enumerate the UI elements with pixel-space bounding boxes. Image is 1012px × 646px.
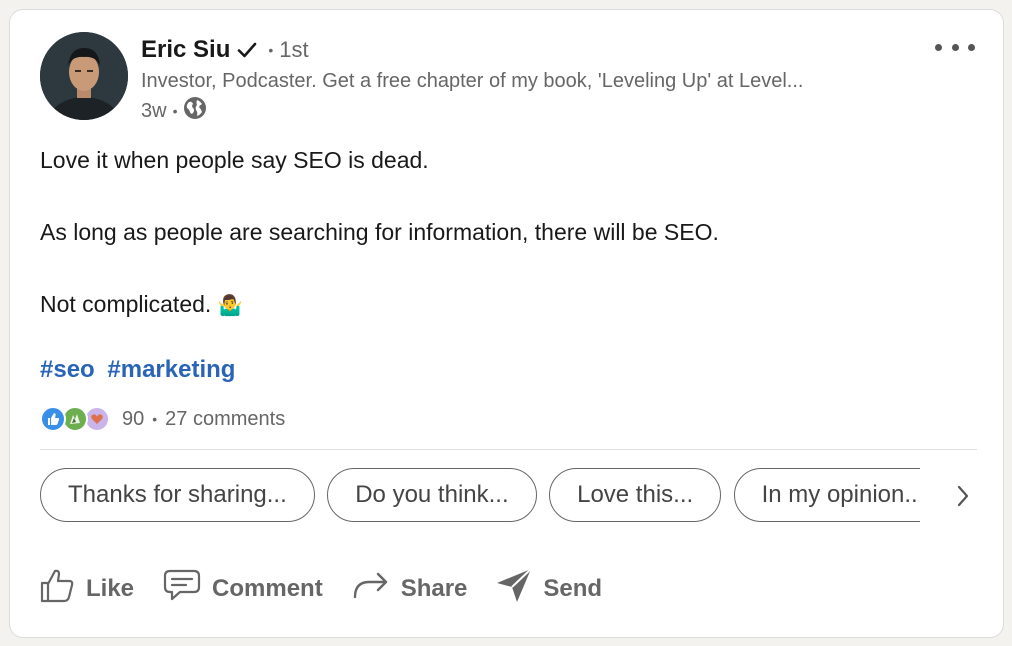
avatar-photo — [40, 32, 128, 120]
divider — [40, 449, 977, 450]
post-line: Not complicated. 🤷‍♂️ — [40, 286, 980, 324]
suggestion-pill[interactable]: Love this... — [549, 468, 722, 522]
checkmark-icon — [236, 39, 258, 61]
suggestion-pill[interactable]: Do you think... — [327, 468, 537, 522]
separator-dot: • — [268, 42, 274, 58]
comment-count[interactable]: 27 comments — [165, 408, 285, 431]
post-body: Love it when people say SEO is dead. As … — [40, 142, 980, 324]
separator-dot: • — [172, 103, 178, 119]
comment-button[interactable]: Comment — [162, 567, 323, 610]
post-line: As long as people are searching for info… — [40, 219, 719, 245]
hashtag-seo[interactable]: #seo — [40, 356, 95, 383]
comment-suggestions: Thanks for sharing... Do you think... Lo… — [40, 468, 920, 524]
author-info: Eric Siu • 1st — [141, 36, 309, 64]
action-bar: Like Comment Share Send — [38, 566, 630, 611]
post-line: Love it when people say SEO is dead. — [40, 147, 429, 173]
chevron-right-icon[interactable] — [950, 480, 976, 512]
suggestion-pill[interactable]: In my opinion... — [733, 468, 920, 522]
send-button[interactable]: Send — [495, 566, 602, 611]
hashtags: #seo #marketing — [40, 356, 241, 384]
connection-degree: 1st — [279, 37, 309, 62]
share-icon — [351, 567, 401, 610]
author-avatar[interactable] — [40, 32, 128, 120]
social-counts[interactable]: 90 • 27 comments — [40, 406, 285, 432]
thumbs-up-icon — [38, 566, 86, 611]
reaction-count[interactable]: 90 — [122, 408, 144, 431]
like-label: Like — [86, 574, 135, 602]
shrug-emoji: 🤷‍♂️ — [217, 295, 243, 317]
send-label: Send — [543, 574, 603, 602]
send-icon — [495, 566, 543, 611]
share-label: Share — [400, 574, 468, 602]
globe-icon — [183, 96, 207, 126]
post-time: 3w — [141, 99, 167, 122]
post-card: Eric Siu • 1st Investor, Podcaster. Get … — [9, 9, 1004, 638]
more-options-icon[interactable] — [935, 40, 975, 54]
author-headline[interactable]: Investor, Podcaster. Get a free chapter … — [141, 70, 803, 93]
suggestion-pill[interactable]: Thanks for sharing... — [40, 468, 315, 522]
comment-label: Comment — [212, 574, 323, 602]
hashtag-marketing[interactable]: #marketing — [107, 356, 235, 383]
post-meta: 3w • — [141, 96, 207, 126]
share-button[interactable]: Share — [351, 567, 468, 610]
like-button[interactable]: Like — [38, 566, 134, 611]
comment-icon — [162, 567, 212, 610]
author-name[interactable]: Eric Siu — [141, 36, 230, 64]
post-line-text: Not complicated. — [40, 291, 212, 317]
like-reaction-icon — [40, 406, 66, 432]
separator-dot: • — [152, 411, 158, 427]
